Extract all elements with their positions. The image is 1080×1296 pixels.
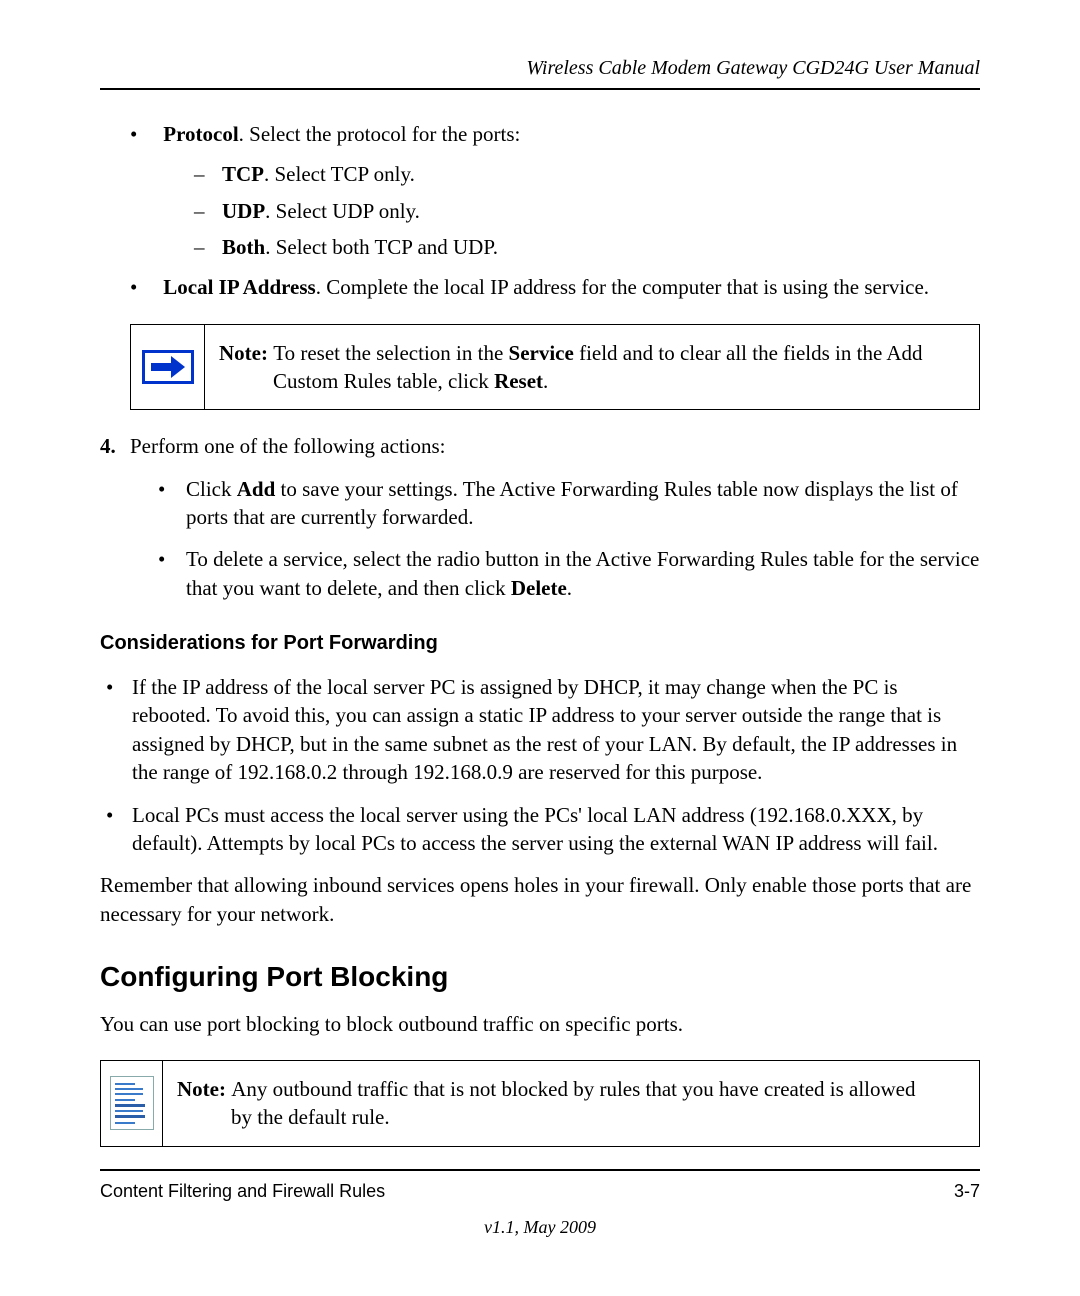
sub1c: to save your settings. The Active Forwar… (186, 477, 958, 529)
considerations-list: If the IP address of the local server PC… (100, 673, 980, 857)
note2-icon-cell (101, 1061, 163, 1146)
bullet-list-top: Protocol. Select the protocol for the po… (130, 120, 980, 302)
consider-2: Local PCs must access the local server u… (100, 801, 980, 858)
note2-line2: by the default rule. (231, 1103, 916, 1131)
step-4: 4. Perform one of the following actions: (100, 432, 980, 460)
both-text: . Select both TCP and UDP. (265, 235, 498, 259)
local-ip-text: . Complete the local IP address for the … (316, 275, 929, 299)
udp-bold: UDP (222, 199, 265, 223)
note-box-reset: Note: To reset the selection in the Serv… (130, 324, 980, 411)
note-box-default-rule: Note: Any outbound traffic that is not b… (100, 1060, 980, 1147)
protocol-label: Protocol (163, 122, 238, 146)
step-number: 4. (100, 432, 130, 460)
local-ip-label: Local IP Address (163, 275, 315, 299)
heading-port-blocking: Configuring Port Blocking (100, 958, 980, 996)
footer-left: Content Filtering and Firewall Rules (100, 1179, 385, 1203)
bullet-local-ip: Local IP Address. Complete the local IP … (130, 273, 980, 301)
udp-text: . Select UDP only. (265, 199, 420, 223)
bullet-protocol: Protocol. Select the protocol for the po… (130, 120, 980, 261)
step-text: Perform one of the following actions: (130, 432, 980, 460)
note-service-bold: Service (509, 341, 574, 365)
page: Wireless Cable Modem Gateway CGD24G User… (0, 0, 1080, 1279)
sub2-delete-bold: Delete (511, 576, 567, 600)
header-rule (100, 88, 980, 90)
both-bold: Both (222, 235, 265, 259)
sub2a: To delete a service, select the radio bu… (186, 547, 979, 599)
heading-considerations: Considerations for Port Forwarding (100, 630, 980, 657)
consider-1: If the IP address of the local server PC… (100, 673, 980, 786)
note-reset-bold: Reset (494, 369, 543, 393)
sub-add: Click Add to save your settings. The Act… (158, 475, 980, 532)
note-line2c: . (543, 369, 548, 393)
tcp-bold: TCP (222, 162, 264, 186)
protocol-text: . Select the protocol for the ports: (239, 122, 521, 146)
protocol-options: TCP. Select TCP only. UDP. Select UDP on… (194, 160, 980, 261)
page-header: Wireless Cable Modem Gateway CGD24G User… (100, 55, 980, 82)
sub1-add-bold: Add (237, 477, 276, 501)
port-blocking-intro: You can use port blocking to block outbo… (100, 1010, 980, 1038)
sub-delete: To delete a service, select the radio bu… (158, 545, 980, 602)
note-line2a: Custom Rules table, click (273, 369, 494, 393)
note-text: Note: To reset the selection in the Serv… (205, 325, 937, 410)
option-tcp: TCP. Select TCP only. (194, 160, 980, 188)
step-sub-list: Click Add to save your settings. The Act… (158, 475, 980, 602)
note2-line1: Any outbound traffic that is not blocked… (231, 1077, 915, 1101)
document-icon (110, 1076, 154, 1130)
footer-rule (100, 1169, 980, 1171)
page-footer: Content Filtering and Firewall Rules 3-7 (100, 1179, 980, 1203)
footer-version: v1.1, May 2009 (100, 1215, 980, 1239)
note-icon-cell (131, 325, 205, 410)
note2-prefix: Note: (177, 1077, 231, 1101)
sub1a: Click (186, 477, 237, 501)
option-udp: UDP. Select UDP only. (194, 197, 980, 225)
firewall-warning: Remember that allowing inbound services … (100, 871, 980, 928)
note-line1c: field and to clear all the fields in the… (574, 341, 923, 365)
sub2c: . (567, 576, 572, 600)
note-prefix: Note: (219, 341, 273, 365)
arrow-right-icon (142, 350, 194, 384)
footer-right: 3-7 (954, 1179, 980, 1203)
note2-text: Note: Any outbound traffic that is not b… (163, 1061, 930, 1146)
tcp-text: . Select TCP only. (264, 162, 415, 186)
note-line1a: To reset the selection in the (273, 341, 508, 365)
option-both: Both. Select both TCP and UDP. (194, 233, 980, 261)
